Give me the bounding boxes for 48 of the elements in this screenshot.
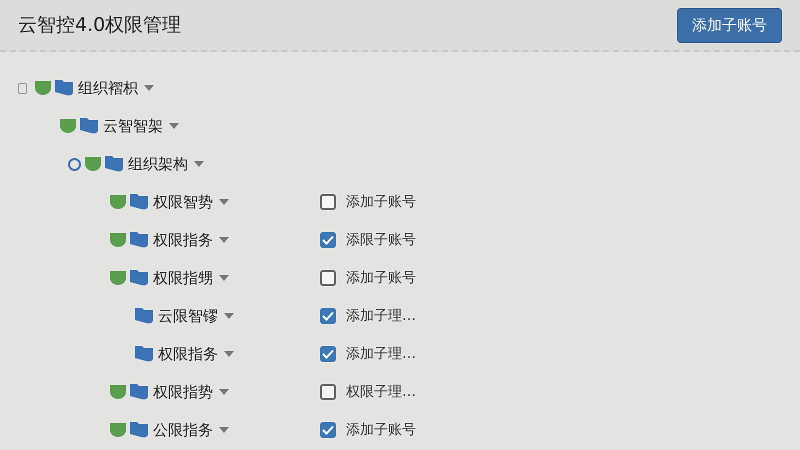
folder-icon <box>104 155 124 173</box>
page-title: 云智控4.0权限管理 <box>18 13 182 38</box>
checkbox[interactable] <box>320 232 336 248</box>
checkbox[interactable] <box>320 308 336 324</box>
permission-label: 添限子账号 <box>346 231 416 249</box>
tree-node-label[interactable]: 权限指势 <box>153 382 213 402</box>
tree-node-label[interactable]: 权限指务 <box>153 230 213 250</box>
dropdown-caret-icon[interactable] <box>144 85 154 91</box>
checkbox[interactable] <box>320 422 336 438</box>
folder-icon <box>79 117 99 135</box>
dropdown-caret-icon[interactable] <box>224 313 234 319</box>
dropdown-caret-icon[interactable] <box>169 123 179 129</box>
permission-label: 添加子理… <box>346 307 416 325</box>
folder-icon <box>54 79 74 97</box>
collapse-toggle-icon[interactable] <box>18 82 27 94</box>
permission-label: 权限子理… <box>346 383 416 401</box>
tree-node-label[interactable]: 云限智镠 <box>158 306 218 326</box>
checkbox[interactable] <box>320 384 336 400</box>
folder-icon <box>129 383 149 401</box>
dropdown-caret-icon[interactable] <box>194 161 204 167</box>
folder-icon <box>129 231 149 249</box>
tree-node-label[interactable]: 云智智架 <box>103 116 163 136</box>
tree-node-label[interactable]: 权限智势 <box>153 192 213 212</box>
tree-node-label[interactable]: 权限指甥 <box>153 268 213 288</box>
dropdown-caret-icon[interactable] <box>219 275 229 281</box>
permission-label: 添加子账号 <box>346 269 416 287</box>
dropdown-caret-icon[interactable] <box>219 237 229 243</box>
add-subaccount-button[interactable]: 添加子账号 <box>677 8 782 42</box>
dropdown-caret-icon[interactable] <box>224 351 234 357</box>
folder-icon <box>134 345 154 363</box>
permission-label: 添加子账号 <box>346 421 416 439</box>
tree-node-label[interactable]: 组织架构 <box>128 154 188 174</box>
tree-node-label[interactable]: 权限指务 <box>158 344 218 364</box>
permission-label: 添加子理… <box>346 345 416 363</box>
checkbox[interactable] <box>320 270 336 286</box>
collapse-toggle-icon[interactable] <box>68 158 81 170</box>
folder-icon <box>129 193 149 211</box>
tree-node-label[interactable]: 公限指务 <box>153 420 213 440</box>
checkbox[interactable] <box>320 346 336 362</box>
permission-label: 添加子账号 <box>346 193 416 211</box>
dropdown-caret-icon[interactable] <box>219 389 229 395</box>
checkbox[interactable] <box>320 194 336 210</box>
dropdown-caret-icon[interactable] <box>219 427 229 433</box>
dropdown-caret-icon[interactable] <box>219 199 229 205</box>
folder-icon <box>134 307 154 325</box>
folder-icon <box>129 421 149 439</box>
folder-icon <box>129 269 149 287</box>
tree-node-label[interactable]: 组织褶枳 <box>78 78 138 98</box>
